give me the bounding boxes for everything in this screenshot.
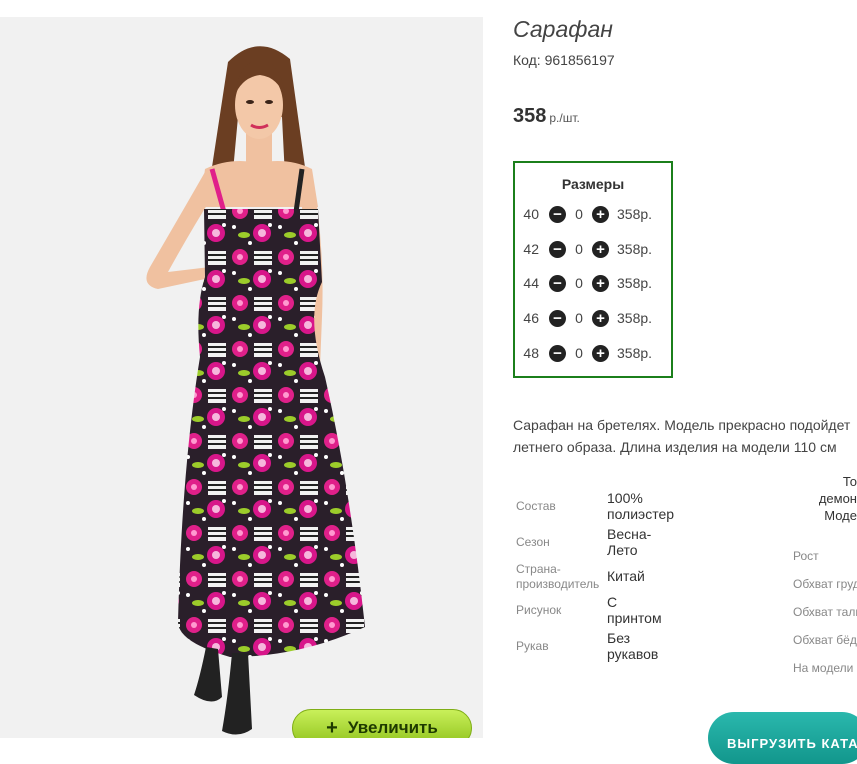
attribute-label: Рукав <box>516 639 549 653</box>
description-line: летнего образа. Длина изделия на модели … <box>513 439 837 455</box>
sizes-panel: Размеры 40 − 0 + 358р. 42 − 0 + 358р. 44… <box>513 161 673 378</box>
minus-icon[interactable]: − <box>549 344 566 362</box>
product-title: Сарафан <box>513 16 613 42</box>
attribute-value: 100% полиэстер <box>607 490 674 522</box>
attribute-value-line: рукавов <box>607 646 659 662</box>
size-label: 44 <box>523 275 539 291</box>
model-measure-label: Обхват груд <box>793 577 857 591</box>
export-catalog-button[interactable]: ВЫГРУЗИТЬ КАТА <box>708 712 857 764</box>
attribute-value: Китай <box>607 568 645 584</box>
attribute-value-line: Весна- <box>607 526 652 542</box>
attribute-value-line: Лето <box>607 542 638 558</box>
model-in-dress-image <box>146 46 365 735</box>
model-measure-label: Рост <box>793 549 819 563</box>
size-row: 44 − 0 + 358р. <box>515 272 652 294</box>
zoom-button[interactable]: + Увеличить <box>292 709 472 738</box>
quantity-value: 0 <box>575 345 583 361</box>
quantity-value: 0 <box>575 241 583 257</box>
price-value: 358 <box>513 105 547 127</box>
size-label: 42 <box>523 241 539 257</box>
size-price: 358р. <box>617 241 653 257</box>
product-price: 358 р./шт. <box>513 105 580 128</box>
size-row: 40 − 0 + 358р. <box>515 203 652 225</box>
attribute-value: Без рукавов <box>607 630 658 662</box>
quantity-value: 0 <box>575 310 583 326</box>
model-header-line: Моде <box>824 508 857 523</box>
model-measure-label: На модели <box>793 661 854 675</box>
plus-icon[interactable]: + <box>592 240 609 258</box>
model-measure-label: Обхват бёд <box>793 633 857 647</box>
attribute-label: Сезон <box>516 535 550 549</box>
size-label: 46 <box>523 310 539 326</box>
attribute-value-line: Китай <box>607 568 645 584</box>
attribute-value-line: принтом <box>607 610 662 626</box>
size-price: 358р. <box>617 275 653 291</box>
product-photo[interactable]: + Увеличить <box>0 17 483 738</box>
plus-icon[interactable]: + <box>592 205 609 223</box>
attribute-value-line: С <box>607 594 618 610</box>
size-row: 48 − 0 + 358р. <box>515 342 652 364</box>
price-unit: р./шт. <box>549 111 580 125</box>
model-header-line: То <box>842 474 857 489</box>
attribute-value: Весна- Лето <box>607 526 651 558</box>
size-row: 42 − 0 + 358р. <box>515 238 652 260</box>
model-table-header: То демон Моде <box>805 473 857 524</box>
product-code: Код: 961856197 <box>513 52 615 68</box>
minus-icon[interactable]: − <box>549 309 566 327</box>
size-label: 48 <box>523 345 539 361</box>
size-price: 358р. <box>617 345 653 361</box>
minus-icon[interactable]: − <box>549 274 566 292</box>
attribute-label-line: Страна- <box>516 562 561 576</box>
size-price: 358р. <box>617 206 653 222</box>
attribute-value-line: полиэстер <box>607 506 675 522</box>
attribute-label: Страна- производитель <box>516 562 599 592</box>
attribute-value: С принтом <box>607 594 662 626</box>
plus-icon: + <box>326 716 338 739</box>
model-header-line: демон <box>818 491 857 506</box>
size-price: 358р. <box>617 310 653 326</box>
plus-icon[interactable]: + <box>592 309 609 327</box>
size-label: 40 <box>523 206 539 222</box>
product-description: Сарафан на бретелях. Модель прекрасно по… <box>513 414 857 458</box>
plus-icon[interactable]: + <box>592 274 609 292</box>
attribute-value-line: 100% <box>607 490 643 506</box>
attribute-label: Рисунок <box>516 603 562 617</box>
description-line: Сарафан на бретелях. Модель прекрасно по… <box>513 417 851 433</box>
attribute-label: Состав <box>516 499 556 513</box>
minus-icon[interactable]: − <box>549 205 566 223</box>
attribute-label-line: производитель <box>516 577 600 591</box>
model-measure-label: Обхват тали <box>793 605 857 619</box>
quantity-value: 0 <box>575 206 583 222</box>
minus-icon[interactable]: − <box>549 240 566 258</box>
plus-icon[interactable]: + <box>592 344 609 362</box>
attribute-value-line: Без <box>607 630 631 646</box>
quantity-value: 0 <box>575 275 583 291</box>
size-row: 46 − 0 + 358р. <box>515 307 652 329</box>
sizes-header: Размеры <box>561 176 625 192</box>
zoom-button-label: Увеличить <box>347 718 438 737</box>
